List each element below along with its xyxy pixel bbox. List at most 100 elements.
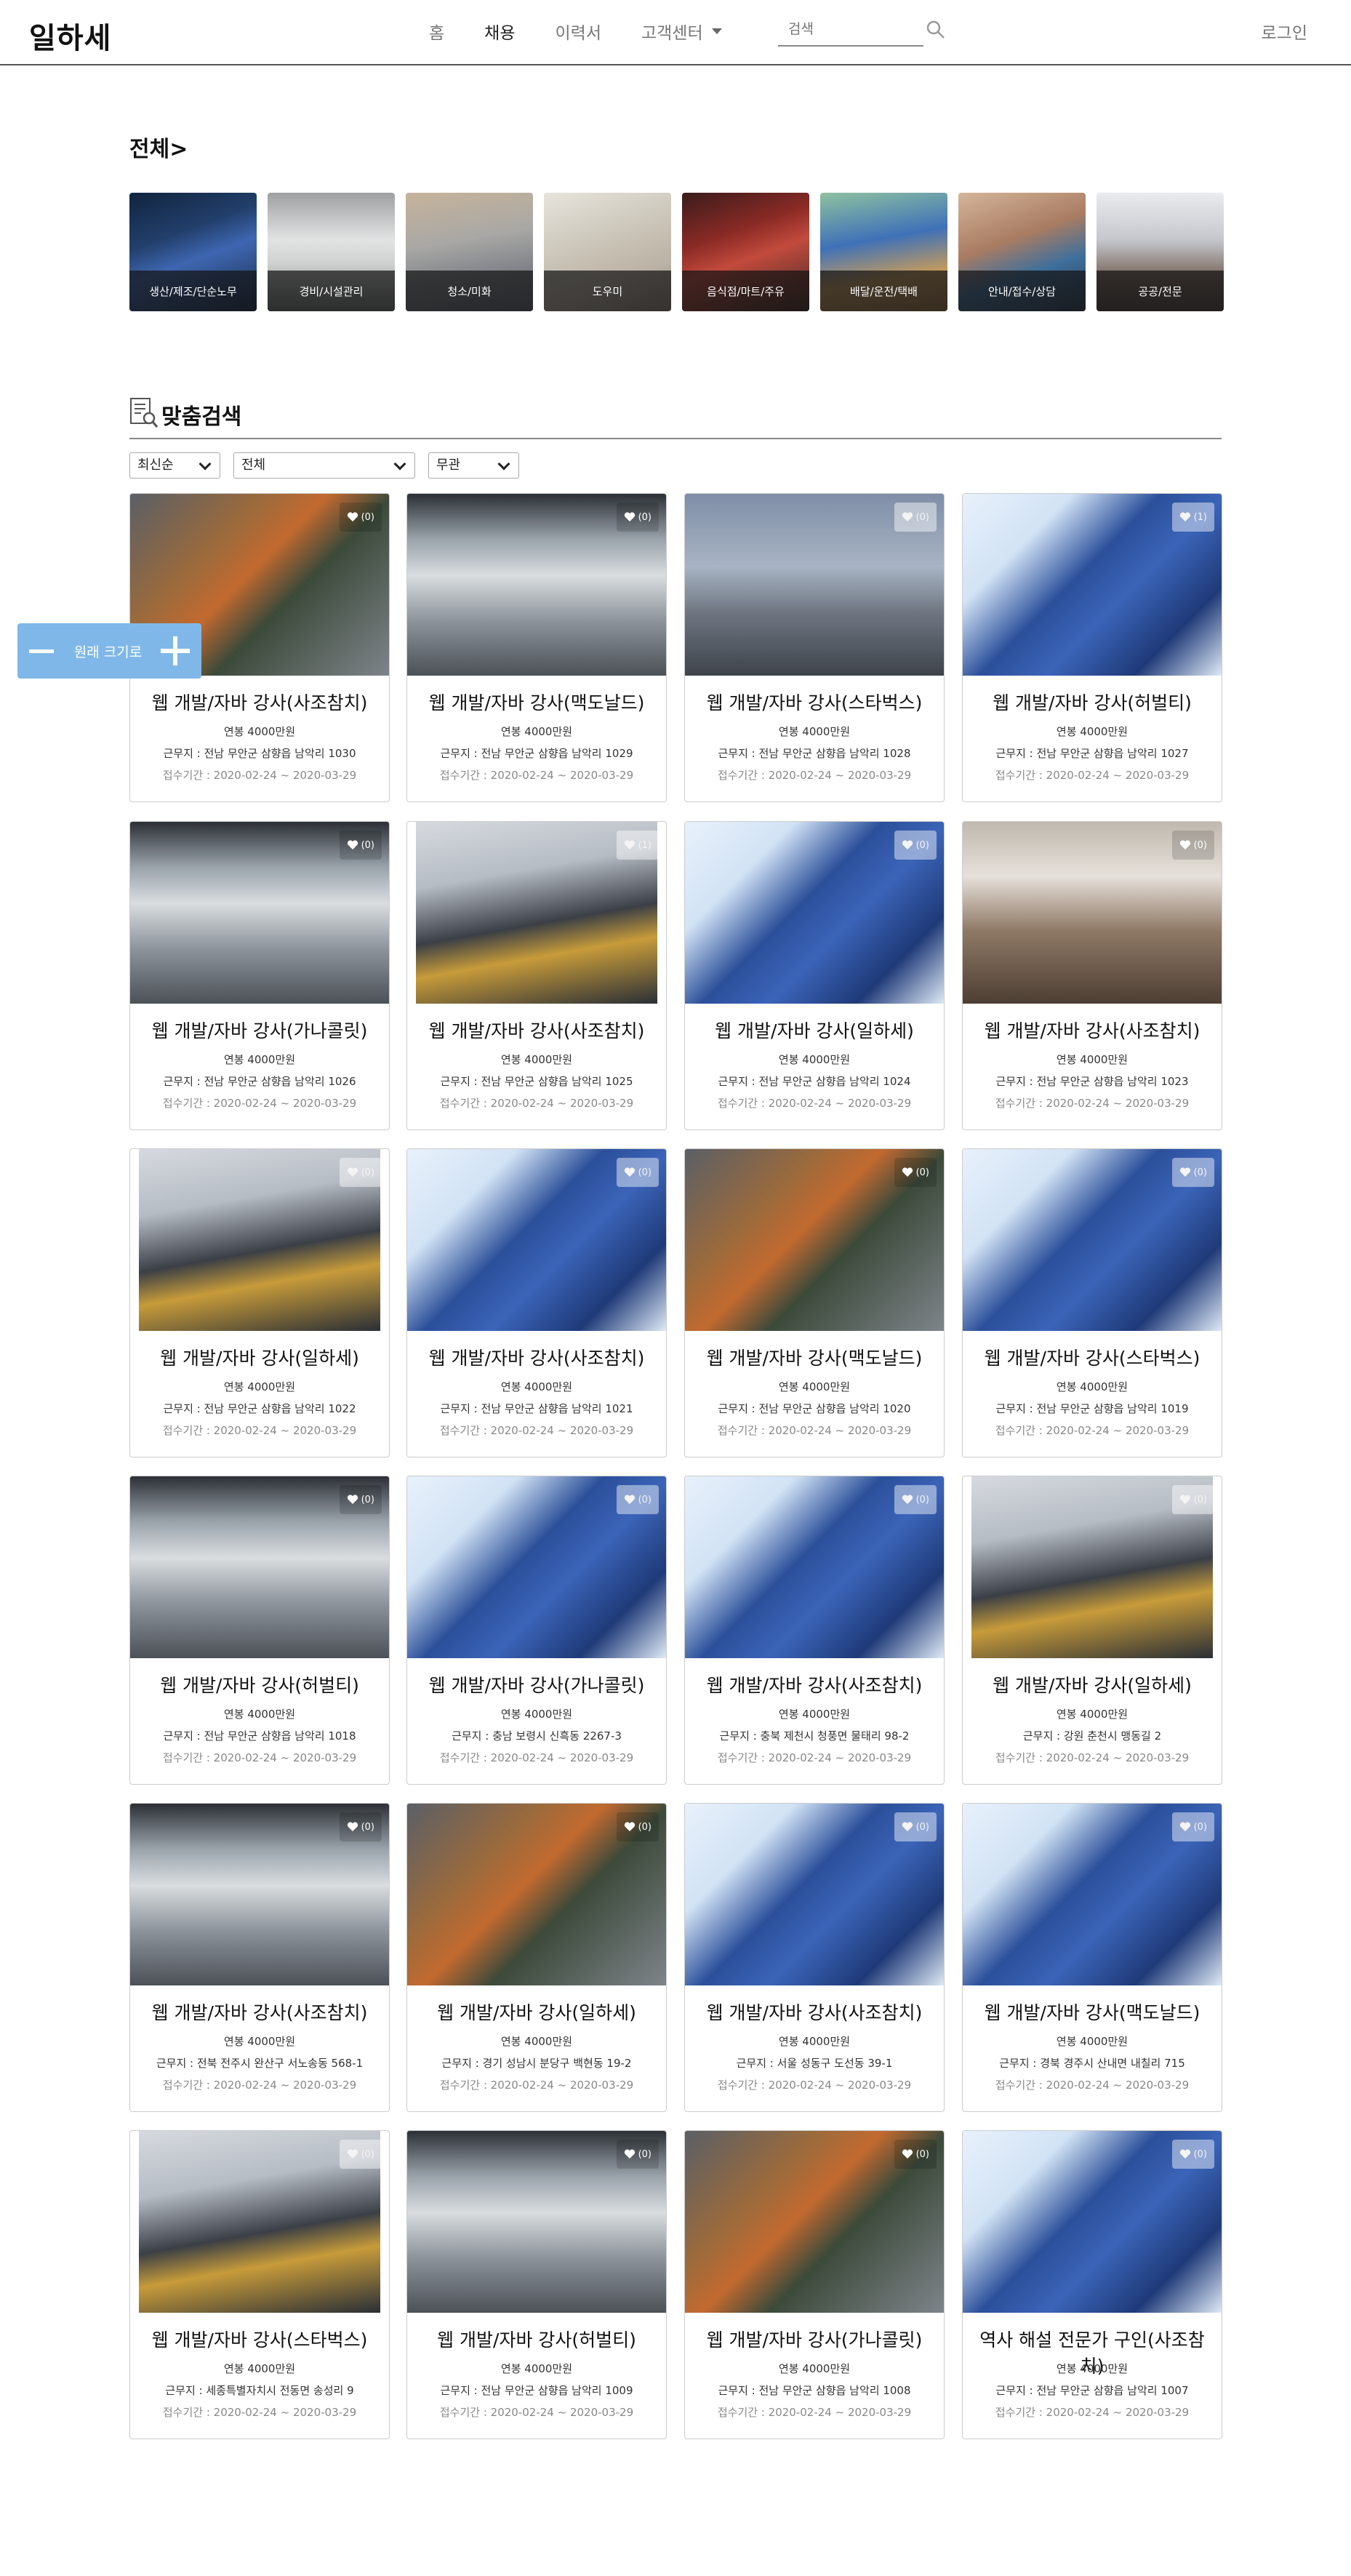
favorite-button[interactable]: (0): [1171, 2140, 1214, 2169]
category-item[interactable]: 도우미: [544, 193, 671, 311]
favorite-button[interactable]: (0): [894, 1812, 937, 1841]
job-card[interactable]: (0) 웹 개발/자바 강사(가나콜릿) 연봉 4000만원 근무지 : 전남 무안군…: [129, 821, 390, 1130]
favorite-count: (0): [361, 839, 374, 851]
category-item[interactable]: 공공/전문: [1097, 193, 1224, 311]
job-card[interactable]: (0) 웹 개발/자바 강사(사조참치) 연봉 4000만원 근무지 : 서울 성동구…: [684, 1803, 945, 2112]
category-item[interactable]: 생산/제조/단순노무: [129, 193, 257, 311]
favorite-button[interactable]: (1): [1171, 503, 1214, 532]
nav-customer-center[interactable]: 고객센터: [641, 19, 722, 44]
favorite-button[interactable]: (0): [339, 2140, 382, 2169]
job-card[interactable]: (0) 웹 개발/자바 강사(맥도날드) 연봉 4000만원 근무지 : 전남 무안군…: [406, 493, 667, 802]
favorite-button[interactable]: (0): [616, 1812, 659, 1841]
job-card[interactable]: (0) 웹 개발/자바 강사(허벌티) 연봉 4000만원 근무지 : 전남 무안군 …: [129, 1476, 390, 1785]
search-input[interactable]: [778, 15, 909, 44]
category-label: 공공/전문: [1097, 271, 1224, 311]
job-salary: 연봉 4000만원: [500, 1380, 573, 1393]
job-card[interactable]: (1) 웹 개발/자바 강사(허벌티) 연봉 4000만원 근무지 : 전남 무안군 …: [962, 493, 1222, 802]
favorite-button[interactable]: (0): [339, 831, 382, 860]
favorite-button[interactable]: (0): [894, 831, 937, 860]
salary-select[interactable]: 무관: [428, 452, 519, 479]
favorite-button[interactable]: (0): [894, 2140, 937, 2169]
favorite-count: (0): [915, 511, 929, 523]
category-item[interactable]: 음식점/마트/주유: [682, 193, 809, 311]
favorite-button[interactable]: (0): [339, 503, 382, 532]
nav-customer-center-label: 고객센터: [641, 24, 703, 43]
favorite-button[interactable]: (0): [339, 1485, 382, 1514]
region-select-value: 전체: [241, 457, 266, 473]
category-item[interactable]: 청소/미화: [406, 193, 533, 311]
nav-resume[interactable]: 이력서: [556, 19, 601, 44]
heart-icon: [1179, 1822, 1194, 1832]
job-title: 웹 개발/자바 강사(사조참치): [428, 1020, 645, 1041]
job-card[interactable]: (0) 웹 개발/자바 강사(스타벅스) 연봉 4000만원 근무지 : 세종특별자치…: [129, 2130, 390, 2439]
job-title: 웹 개발/자바 강사(사조참치): [984, 1020, 1200, 1041]
reset-zoom-button[interactable]: 원래 크기로: [74, 641, 142, 661]
job-period: 접수기간 : 2020-02-24 ~ 2020-03-29: [995, 1097, 1190, 1110]
region-select[interactable]: 전체: [233, 452, 415, 479]
login-link[interactable]: 로그인: [1262, 19, 1307, 44]
zoom-in-button[interactable]: [159, 635, 191, 667]
job-salary: 연봉 4000만원: [1056, 1708, 1128, 1721]
category-item[interactable]: 배달/운전/택배: [820, 193, 947, 311]
favorite-button[interactable]: (0): [1171, 831, 1214, 860]
sort-select[interactable]: 최신순: [129, 452, 220, 479]
heart-icon: [1179, 2149, 1194, 2159]
favorite-button[interactable]: (0): [1171, 1485, 1214, 1514]
search-icon[interactable]: [925, 19, 947, 41]
job-card[interactable]: (0) 웹 개발/자바 강사(맥도날드) 연봉 4000만원 근무지 : 경북 경주시…: [962, 1803, 1222, 2112]
favorite-button[interactable]: (0): [894, 503, 937, 532]
job-card[interactable]: (0) 역사 해설 전문가 구인(사조참치) 연봉 4000만원 근무지 : 전남 무…: [962, 2130, 1222, 2439]
job-period: 접수기간 : 2020-02-24 ~ 2020-03-29: [717, 1751, 912, 1764]
category-section-title[interactable]: 전체>: [129, 131, 188, 163]
job-card[interactable]: (0) 웹 개발/자바 강사(일하세) 연봉 4000만원 근무지 : 강원 춘천시 …: [962, 1476, 1222, 1785]
job-card[interactable]: (0) 웹 개발/자바 강사(사조참치) 연봉 4000만원 근무지 : 전남 무안군…: [962, 821, 1222, 1130]
caret-down-icon: [711, 28, 722, 34]
favorite-button[interactable]: (0): [339, 1812, 382, 1841]
favorite-button[interactable]: (0): [1171, 1158, 1214, 1187]
job-title: 웹 개발/자바 강사(맥도날드): [428, 692, 645, 713]
nav-home[interactable]: 홈: [429, 19, 444, 44]
job-card[interactable]: (0) 웹 개발/자바 강사(가나콜릿) 연봉 4000만원 근무지 : 전남 무안군…: [684, 2130, 945, 2439]
custom-search-title: 맞춤검색: [161, 404, 242, 430]
heart-icon: [624, 512, 638, 522]
category-item[interactable]: 경비/시설관리: [268, 193, 395, 311]
job-card[interactable]: (0) 웹 개발/자바 강사(일하세) 연봉 4000만원 근무지 : 경기 성남시 …: [406, 1803, 667, 2112]
job-card[interactable]: (0) 웹 개발/자바 강사(사조참치) 연봉 4000만원 근무지 : 전북 전주시…: [129, 1803, 390, 2112]
job-salary: 연봉 4000만원: [223, 725, 296, 738]
job-salary: 연봉 4000만원: [223, 2362, 296, 2375]
filter-bar: 최신순 전체 무관: [129, 452, 532, 479]
site-logo[interactable]: 일하세: [29, 15, 111, 57]
job-card[interactable]: (0) 웹 개발/자바 강사(허벌티) 연봉 4000만원 근무지 : 전남 무안군 …: [406, 2130, 667, 2439]
job-card[interactable]: (1) 웹 개발/자바 강사(사조참치) 연봉 4000만원 근무지 : 전남 무안군…: [406, 821, 667, 1130]
favorite-button[interactable]: (0): [616, 1485, 659, 1514]
job-card[interactable]: (0) 웹 개발/자바 강사(가나콜릿) 연봉 4000만원 근무지 : 충남 보령시…: [406, 1476, 667, 1785]
favorite-button[interactable]: (0): [894, 1485, 937, 1514]
job-salary: 연봉 4000만원: [223, 1708, 296, 1721]
job-card[interactable]: (0) 웹 개발/자바 강사(일하세) 연봉 4000만원 근무지 : 전남 무안군 …: [129, 1148, 390, 1457]
heart-icon: [347, 1495, 361, 1505]
job-location: 근무지 : 전남 무안군 삼향읍 남악리 1023: [995, 1075, 1189, 1088]
job-card[interactable]: (0) 웹 개발/자바 강사(스타벅스) 연봉 4000만원 근무지 : 전남 무안군…: [684, 493, 945, 802]
job-card[interactable]: (0) 웹 개발/자바 강사(사조참치) 연봉 4000만원 근무지 : 충북 제천시…: [684, 1476, 945, 1785]
job-location: 근무지 : 전남 무안군 삼향읍 남악리 1007: [995, 2384, 1189, 2397]
favorite-button[interactable]: (1): [616, 831, 659, 860]
category-item[interactable]: 안내/접수/상담: [958, 193, 1086, 311]
job-card[interactable]: (0) 웹 개발/자바 강사(스타벅스) 연봉 4000만원 근무지 : 전남 무안군…: [962, 1148, 1222, 1457]
job-card[interactable]: (0) 웹 개발/자바 강사(맥도날드) 연봉 4000만원 근무지 : 전남 무안군…: [684, 1148, 945, 1457]
favorite-button[interactable]: (0): [616, 503, 659, 532]
top-header: 일하세 홈 채용 이력서 고객센터 로그인: [0, 0, 1351, 65]
favorite-button[interactable]: (0): [894, 1158, 937, 1187]
favorite-button[interactable]: (0): [616, 2140, 659, 2169]
favorite-button[interactable]: (0): [339, 1158, 382, 1187]
job-card[interactable]: (0) 웹 개발/자바 강사(일하세) 연봉 4000만원 근무지 : 전남 무안군 …: [684, 821, 945, 1130]
job-card[interactable]: (0) 웹 개발/자바 강사(사조참치) 연봉 4000만원 근무지 : 전남 무안군…: [406, 1148, 667, 1457]
job-location: 근무지 : 전남 무안군 삼향읍 남악리 1008: [718, 2384, 911, 2397]
favorite-button[interactable]: (0): [616, 1158, 659, 1187]
job-period: 접수기간 : 2020-02-24 ~ 2020-03-29: [439, 769, 634, 782]
nav-jobs[interactable]: 채용: [484, 19, 515, 44]
zoom-out-button[interactable]: [28, 636, 57, 665]
favorite-button[interactable]: (0): [1171, 1812, 1214, 1841]
job-location: 근무지 : 전남 무안군 삼향읍 남악리 1027: [995, 747, 1189, 760]
favorite-count: (0): [1193, 1167, 1207, 1178]
job-period: 접수기간 : 2020-02-24 ~ 2020-03-29: [995, 2079, 1190, 2092]
